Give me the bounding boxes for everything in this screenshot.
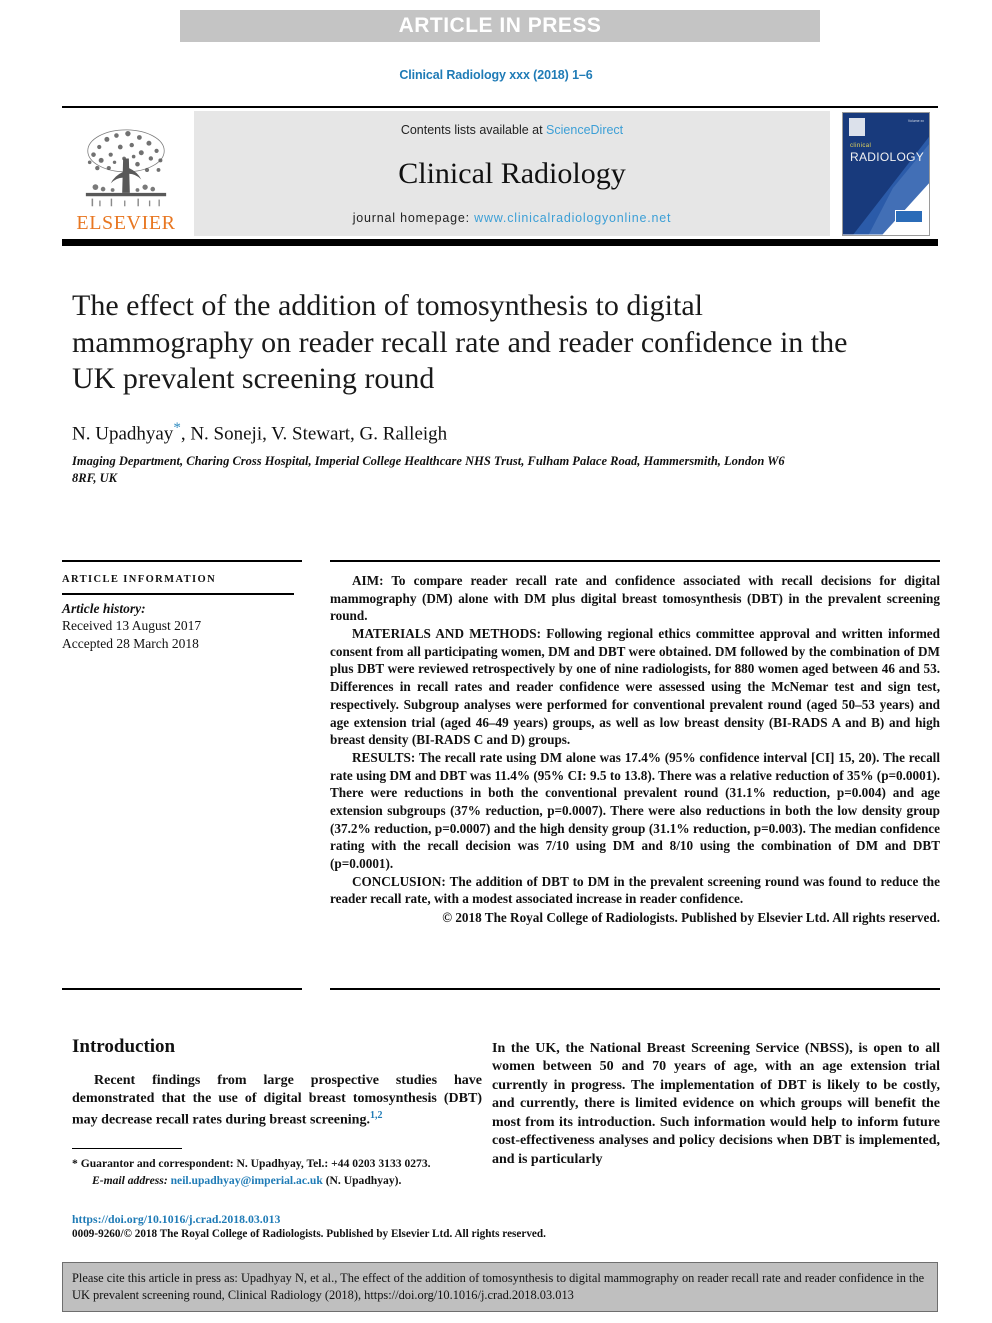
doi-footer-block: https://doi.org/10.1016/j.crad.2018.03.0… — [72, 1212, 546, 1242]
cover-publisher-badge — [895, 209, 923, 223]
email-address-label: E-mail address: — [92, 1173, 168, 1187]
cover-volume-note: Volume xx — [907, 118, 924, 123]
rule-bottom-right — [330, 988, 940, 990]
email-suffix: (N. Upadhyay). — [322, 1173, 402, 1187]
corresponding-author-footnote: * Guarantor and correspondent: N. Upadhy… — [72, 1156, 482, 1172]
paper-title: The effect of the addition of tomosynthe… — [72, 289, 848, 396]
journal-homepage-prefix: journal homepage: — [352, 211, 475, 225]
abstract-materials-methods: MATERIALS AND METHODS: Following regiona… — [330, 626, 940, 748]
body-column-right: In the UK, the National Breast Screening… — [492, 1040, 940, 1169]
journal-title: Clinical Radiology — [398, 157, 626, 190]
journal-masthead: ELSEVIER Contents lists available at Sci… — [62, 106, 938, 246]
article-information-heading: ARTICLE INFORMATION — [62, 574, 217, 585]
article-accepted-date: Accepted 28 March 2018 — [62, 635, 199, 651]
doi-link[interactable]: https://doi.org/10.1016/j.crad.2018.03.0… — [72, 1212, 502, 1227]
citation-superscript[interactable]: 1,2 — [370, 1110, 383, 1121]
cover-elsevier-icon — [849, 117, 865, 136]
article-in-press-banner: ARTICLE IN PRESS — [180, 10, 820, 42]
footnote-guarantor-text: Guarantor and correspondent: N. Upadhyay… — [77, 1157, 431, 1171]
rule-top-left — [62, 560, 302, 562]
article-history-label: Article history: — [62, 601, 146, 616]
corresponding-author-email-line: E-mail address: neil.upadhyay@imperial.a… — [72, 1173, 482, 1189]
abstract-aim: AIM: To compare reader recall rate and c… — [330, 573, 940, 624]
contents-lists-prefix: Contents lists available at — [400, 123, 547, 137]
cover-journal-subtitle: clinical — [850, 142, 872, 149]
journal-cover-thumbnail: Volume xx clinical RADIOLOGY — [842, 111, 930, 236]
introduction-text-left: Recent findings from large prospective s… — [72, 1073, 482, 1128]
introduction-paragraph-left: Recent findings from large prospective s… — [72, 1072, 482, 1130]
journal-homepage-line: journal homepage: www.clinicalradiologyo… — [353, 211, 672, 225]
article-in-press-label: ARTICLE IN PRESS — [398, 14, 602, 37]
contents-lists-line: Contents lists available at ScienceDirec… — [401, 123, 623, 137]
journal-homepage-link[interactable]: www.clinicalradiologyonline.net — [474, 211, 671, 225]
author-list: N. Upadhyay*, N. Soneji, V. Stewart, G. … — [72, 420, 872, 445]
footnote-divider — [72, 1148, 182, 1150]
abstract-results: RESULTS: The recall rate using DM alone … — [330, 749, 940, 871]
masthead-center-panel: Contents lists available at ScienceDirec… — [194, 111, 830, 236]
issn-copyright-line: 0009-9260/© 2018 The Royal College of Ra… — [72, 1228, 546, 1241]
article-information-panel: ARTICLE INFORMATION Article history: Rec… — [62, 574, 302, 652]
elsevier-wordmark: ELSEVIER — [76, 212, 176, 234]
article-received-date: Received 13 August 2017 — [62, 618, 202, 633]
sciencedirect-link[interactable]: ScienceDirect — [546, 123, 623, 137]
abstract-panel: AIM: To compare reader recall rate and c… — [330, 572, 940, 927]
rule-bottom-left — [62, 988, 302, 990]
journal-cover-cell: Volume xx clinical RADIOLOGY — [834, 108, 938, 239]
author-affiliation: Imaging Department, Charing Cross Hospit… — [72, 454, 785, 485]
corresponding-author-email[interactable]: neil.upadhyay@imperial.ac.uk — [171, 1174, 323, 1187]
author-first: N. Upadhyay — [72, 423, 174, 445]
please-cite-box: Please cite this article in press as: Up… — [62, 1262, 938, 1312]
introduction-paragraph-right: In the UK, the National Breast Screening… — [492, 1041, 940, 1167]
please-cite-text: Please cite this article in press as: Up… — [72, 1271, 925, 1302]
cover-journal-title: RADIOLOGY — [850, 149, 925, 164]
rule-top-right — [330, 560, 940, 562]
journal-reference-line: Clinical Radiology xxx (2018) 1–6 — [399, 68, 593, 82]
corresponding-author-marker[interactable]: * — [173, 420, 181, 436]
article-information-divider — [62, 593, 294, 595]
body-column-left: Introduction Recent findings from large … — [72, 1036, 482, 1189]
author-rest: , N. Soneji, V. Stewart, G. Ralleigh — [180, 423, 448, 445]
introduction-heading: Introduction — [72, 1036, 176, 1057]
elsevier-logo-cell: ELSEVIER — [62, 108, 190, 239]
abstract-conclusion: CONCLUSION: The addition of DBT to DM in… — [330, 873, 940, 907]
abstract-copyright: © 2018 The Royal College of Radiologists… — [442, 910, 940, 926]
title-block: The effect of the addition of tomosynthe… — [72, 288, 872, 487]
elsevier-tree-icon — [85, 129, 167, 207]
